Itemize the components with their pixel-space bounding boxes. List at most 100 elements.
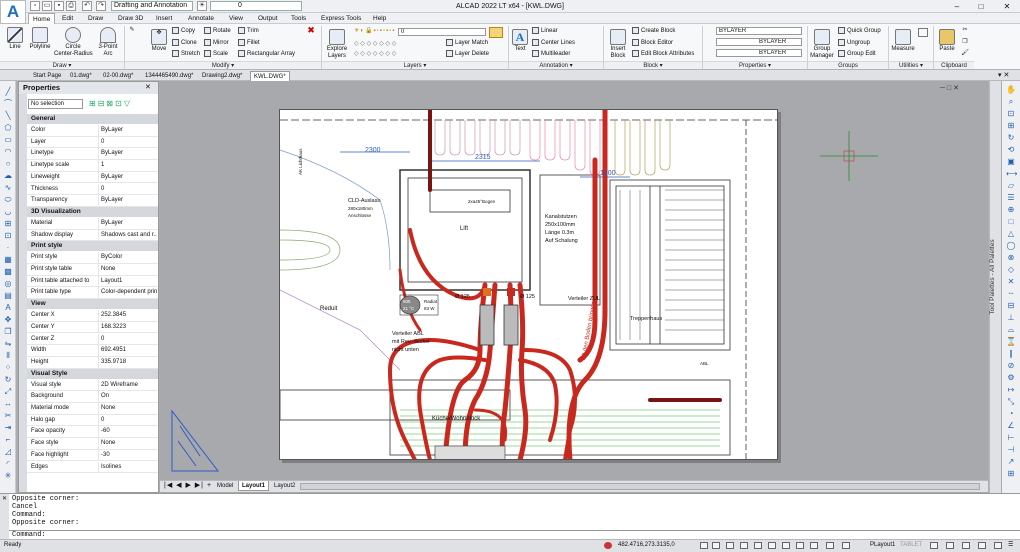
property-value[interactable]: 1	[98, 160, 157, 172]
layer-tool-icons-2[interactable]: ◇ ◇ ◇ ◇ ◇ ◇ ◇	[354, 50, 442, 60]
property-row[interactable]: Center Z 0	[27, 333, 158, 346]
rectangular-array-button[interactable]: Rectangular Array	[238, 50, 295, 58]
group-layers-label[interactable]: Layers ▾	[322, 61, 508, 69]
explore-layers-button[interactable]: Explore Layers	[324, 29, 350, 60]
property-value[interactable]: ByLayer	[98, 148, 157, 160]
snap-midpoint-icon[interactable]: △	[1006, 229, 1016, 238]
arc-button[interactable]: 3-Point Arc	[94, 27, 122, 58]
center-lines-button[interactable]: Center Lines	[532, 39, 575, 47]
command-close-icon[interactable]: ✕	[2, 495, 7, 502]
area-icon[interactable]: ▱	[1006, 181, 1016, 190]
doc-tab-menu-icon[interactable]: ▾ ✕	[998, 71, 1009, 79]
tolerance-icon[interactable]: ⊞	[1006, 469, 1016, 478]
property-row[interactable]: Transparency ByLayer	[27, 195, 158, 207]
layer-tool-icons[interactable]: ◇ ◇ ◇ ◇ ◇ ◇ ◇	[354, 40, 442, 50]
zoom-extents-icon[interactable]: ⊞	[1006, 121, 1016, 130]
array-tool-icon[interactable]: ⁘	[3, 363, 13, 372]
property-value[interactable]: 692.4951	[98, 345, 157, 357]
property-value[interactable]: ByLayer	[98, 217, 157, 229]
property-row[interactable]: Face style None	[27, 438, 158, 450]
lineweight-toggle-icon[interactable]	[782, 542, 790, 549]
property-row[interactable]: Face opacity -60	[27, 426, 158, 439]
property-section-header[interactable]: Visual Style	[27, 368, 158, 379]
property-row[interactable]: Face highlight -30	[27, 449, 158, 462]
layer-properties-icon[interactable]	[489, 27, 503, 38]
tab-output[interactable]: Output	[254, 13, 282, 24]
lightbulb-icon[interactable]: ☀	[197, 1, 207, 11]
redraw-icon[interactable]: ⟲	[1006, 145, 1016, 154]
copy-tool-icon[interactable]: ❐	[3, 327, 13, 336]
property-value[interactable]: Shadows cast and r...	[98, 229, 157, 241]
polyline-tool-icon[interactable]: ⌒	[3, 99, 13, 108]
new-file-icon[interactable]: ▫	[30, 1, 40, 11]
property-value[interactable]: 2D Wireframe	[98, 379, 157, 391]
snap-intersection-icon[interactable]: ✕	[1006, 277, 1016, 286]
status-tablet[interactable]: TABLET	[900, 541, 922, 550]
orbit-icon[interactable]: ↻	[1006, 133, 1016, 142]
group-edit-button[interactable]: Group Edit	[838, 50, 876, 58]
spline-tool-icon[interactable]: ∿	[3, 183, 13, 192]
snap-center-icon[interactable]: ◯	[1006, 241, 1016, 250]
property-row[interactable]: Edges Isolines	[27, 461, 158, 474]
ortho-toggle-icon[interactable]	[726, 542, 734, 549]
paste-button[interactable]: Paste	[936, 29, 958, 53]
fillet-button[interactable]: Fillet	[238, 39, 260, 47]
measure-button[interactable]: Measure	[890, 29, 916, 53]
hardware-accel-icon[interactable]	[978, 542, 986, 549]
group-properties-label[interactable]: Properties ▾	[703, 61, 807, 69]
rotate-button[interactable]: Rotate	[204, 27, 231, 35]
property-row[interactable]: Center X 252.3845	[27, 310, 158, 322]
make-block-tool-icon[interactable]: ⊡	[3, 231, 13, 240]
leader-icon[interactable]: ↗	[1006, 457, 1016, 466]
snap-extension-icon[interactable]: ┄	[1006, 289, 1016, 298]
tab-express-tools[interactable]: Express Tools	[317, 13, 365, 24]
property-row[interactable]: Print style ByColor	[27, 252, 158, 264]
snap-toggle-icon[interactable]	[700, 542, 708, 549]
minimize-button[interactable]: –	[948, 0, 966, 13]
snap-settings-icon[interactable]: ⚙	[1006, 373, 1016, 382]
snap-perpendicular-icon[interactable]: ⊥	[1006, 313, 1016, 322]
snap-endpoint-icon[interactable]: □	[1006, 217, 1016, 226]
text-button[interactable]: A Text	[511, 29, 529, 53]
property-value[interactable]: ByColor	[98, 252, 157, 264]
annotation-monitor-icon[interactable]	[842, 542, 850, 549]
layout-tab-layout1[interactable]: Layout1	[238, 481, 270, 491]
group-annotation-label[interactable]: Annotation ▾	[509, 61, 603, 69]
rectangle-tool-icon[interactable]: ▭	[3, 135, 13, 144]
tab-draw-3d[interactable]: Draw 3D	[114, 13, 147, 24]
selection-cycling-icon[interactable]	[826, 542, 834, 549]
undo-icon[interactable]: ↶	[82, 1, 92, 11]
property-value[interactable]: Color-dependent prin...	[98, 287, 157, 299]
color-dropdown[interactable]: BYLAYER	[716, 27, 802, 35]
offset-tool-icon[interactable]: ⫴	[3, 351, 13, 360]
property-row[interactable]: Linetype ByLayer	[27, 148, 158, 161]
workspace-switch-icon[interactable]	[930, 542, 938, 549]
layout-tab-layout2[interactable]: Layout2	[271, 481, 298, 491]
table-tool-icon[interactable]: ▤	[3, 291, 13, 300]
doc-tab-drawing2[interactable]: Drawing2.dwg*	[199, 71, 245, 81]
tool-palette-strip[interactable]: Tool Palettes - All Palettes	[989, 81, 1001, 493]
property-value[interactable]: None	[98, 438, 157, 450]
layer-delete-button[interactable]: Layer Delete	[446, 50, 489, 58]
property-value[interactable]: None	[98, 403, 157, 414]
print-icon[interactable]: ⎙	[66, 1, 76, 11]
property-row[interactable]: Linetype scale 1	[27, 160, 158, 172]
group-draw-label[interactable]: Draw ▾	[0, 61, 124, 69]
circle-tool-icon[interactable]: ○	[3, 159, 13, 168]
layer-dropdown[interactable]: 0	[398, 28, 486, 36]
property-section-header[interactable]: Print style	[27, 241, 158, 252]
snap-none-icon[interactable]: ⊘	[1006, 361, 1016, 370]
zoom-window-icon[interactable]: ⊡	[1006, 109, 1016, 118]
group-modify-label[interactable]: Modify ▾	[125, 61, 321, 69]
explode-tool-icon[interactable]: ✳	[3, 471, 13, 480]
ungroup-button[interactable]: Ungroup	[838, 39, 870, 47]
mirror-button[interactable]: Mirror	[204, 39, 229, 47]
copy-button[interactable]: Copy	[172, 27, 195, 35]
group-block-label[interactable]: Block ▾	[604, 61, 702, 69]
quick-group-button[interactable]: Quick Group	[838, 27, 881, 35]
modify-tools-icon[interactable]: ✎	[126, 27, 138, 35]
copy-clip-icon[interactable]: ❐	[960, 39, 970, 46]
grid-toggle-icon[interactable]	[712, 542, 720, 549]
property-row[interactable]: Lineweight ByLayer	[27, 171, 158, 184]
snap-tangent-icon[interactable]: ⌓	[1006, 325, 1016, 334]
